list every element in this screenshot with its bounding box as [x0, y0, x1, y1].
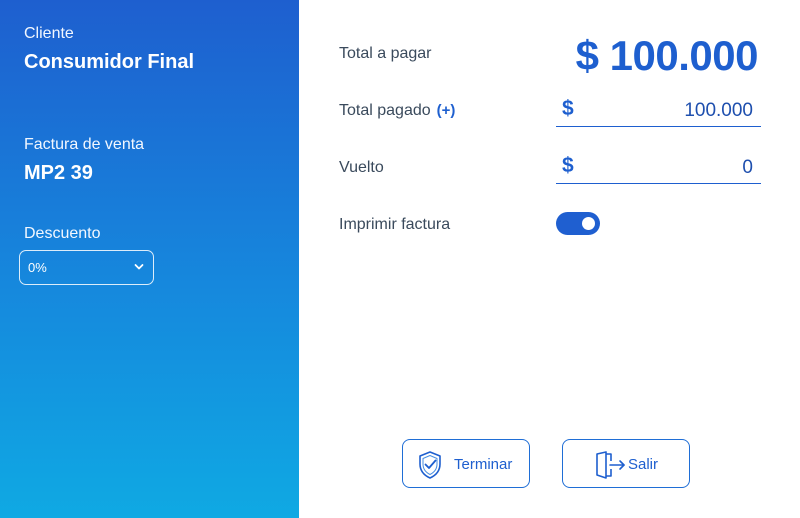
- discount-label: Descuento: [24, 225, 101, 242]
- change-label: Vuelto: [339, 159, 384, 176]
- door-exit-icon: [596, 451, 625, 479]
- discount-value: 0%: [28, 260, 47, 275]
- change-amount-value: 0: [742, 157, 753, 178]
- client-name: Consumidor Final: [24, 51, 194, 73]
- total-amount: $ 100.000: [575, 32, 759, 79]
- discount-select[interactable]: 0%: [19, 250, 154, 285]
- finish-button[interactable]: Terminar: [402, 439, 530, 488]
- sidebar-panel: Cliente Consumidor Final Factura de vent…: [0, 0, 299, 518]
- exit-button[interactable]: Salir: [562, 439, 690, 488]
- chevron-down-icon: [134, 264, 144, 270]
- toggle-knob: [582, 217, 595, 230]
- shield-check-icon: [419, 451, 441, 479]
- invoice-label: Factura de venta: [24, 136, 145, 153]
- paid-label-text: Total pagado: [339, 102, 431, 119]
- exit-button-label: Salir: [628, 456, 659, 473]
- change-amount-field: $ 0: [556, 154, 761, 184]
- invoice-number: MP2 39: [24, 162, 93, 184]
- client-label: Cliente: [24, 25, 74, 42]
- paid-label: Total pagado (+): [339, 102, 455, 120]
- paid-currency: $: [562, 97, 574, 120]
- total-label: Total a pagar: [339, 45, 432, 62]
- print-invoice-toggle[interactable]: [556, 212, 600, 235]
- paid-amount-value: 100.000: [684, 100, 753, 121]
- finish-button-label: Terminar: [454, 456, 513, 473]
- print-invoice-label: Imprimir factura: [339, 216, 451, 233]
- paid-amount-field[interactable]: $ 100.000: [556, 97, 761, 127]
- change-currency: $: [562, 154, 574, 177]
- add-payment-button[interactable]: (+): [437, 102, 456, 119]
